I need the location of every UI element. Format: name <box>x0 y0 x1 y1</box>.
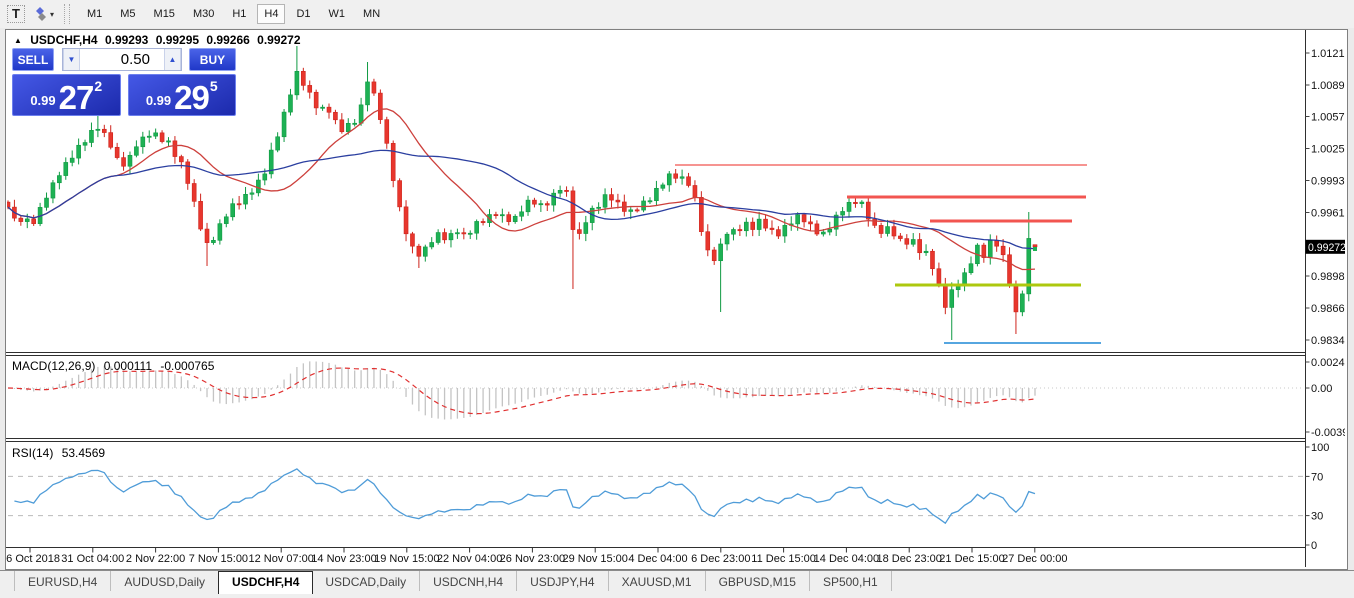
mt4-window: T ▾ M1M5M15M30H1H4D1W1MN 1.01210 1.00890 1… <box>0 0 1354 598</box>
date-axis-label: 19 Nov 15:00 <box>374 553 439 565</box>
timeframe-mn[interactable]: MN <box>356 4 387 24</box>
timeframe-m15[interactable]: M15 <box>147 4 182 24</box>
date-axis-label: 12 Nov 07:00 <box>248 553 313 565</box>
macd-label: MACD(12,26,9) <box>12 359 95 373</box>
symbol-label: USDCHF,H4 <box>30 33 97 47</box>
sell-button[interactable]: SELL <box>12 48 54 71</box>
trade-panel: SELL ▼ ▲ BUY 0.99 27 2 0.99 29 5 <box>12 48 236 116</box>
buy-price-box[interactable]: 0.99 29 5 <box>128 74 237 116</box>
price-axis-label: 0.99615 <box>1311 208 1345 220</box>
date-axis-label: 26 Nov 23:00 <box>500 553 565 565</box>
tab-stub <box>3 571 15 591</box>
price-axis-label: 1.00575 <box>1311 112 1345 124</box>
rsi-pane <box>8 469 1304 523</box>
tab-usdchf-h4[interactable]: USDCHF,H4 <box>218 571 313 594</box>
triangle-up-icon: ▲ <box>14 36 22 45</box>
rsi-header: RSI(14) 53.4569 <box>12 446 110 460</box>
volume-increase-button[interactable]: ▲ <box>164 49 181 70</box>
tab-xauusd-m1[interactable]: XAUUSD,M1 <box>609 571 706 591</box>
tab-eurusd-h4[interactable]: EURUSD,H4 <box>15 571 111 591</box>
rsi-axis-label: 0 <box>1311 540 1317 552</box>
date-axis-label: 22 Nov 04:00 <box>437 553 502 565</box>
macd-value: 0.000111 <box>104 359 152 373</box>
macd-signal-value: -0.000765 <box>160 359 214 373</box>
macd-axis-label: 0.002492 <box>1311 357 1345 369</box>
tab-usdjpy-h4[interactable]: USDJPY,H4 <box>517 571 608 591</box>
price-axis-label: 1.01210 <box>1311 48 1345 60</box>
ohlc-close: 0.99272 <box>257 33 300 47</box>
tab-gbpusd-m15[interactable]: GBPUSD,M15 <box>706 571 810 591</box>
chevron-down-icon: ▾ <box>50 10 54 19</box>
macd-axis-label: 0.00 <box>1311 383 1332 395</box>
date-axis-label: 27 Dec 00:00 <box>1002 553 1067 565</box>
buy-price-base: 0.99 <box>146 93 171 108</box>
ohlc-high: 0.99295 <box>156 33 199 47</box>
tab-usdcnh-h4[interactable]: USDCNH,H4 <box>420 571 517 591</box>
tab-sp500-h1[interactable]: SP500,H1 <box>810 571 892 591</box>
price-axis-label: 1.00255 <box>1311 144 1345 156</box>
sell-price-sup: 2 <box>94 78 102 94</box>
date-axis-label: 7 Nov 15:00 <box>189 553 248 565</box>
toolbar-separator <box>64 4 70 24</box>
tab-usdcad-daily[interactable]: USDCAD,Daily <box>312 571 420 591</box>
rsi-value: 53.4569 <box>62 446 105 460</box>
arrows-tool-icon <box>32 6 48 22</box>
timeframe-h4[interactable]: H4 <box>257 4 285 24</box>
date-axis-label: 31 Oct 04:00 <box>61 553 124 565</box>
macd-header: MACD(12,26,9) 0.000111 -0.000765 <box>12 359 219 373</box>
current-bar-dot <box>1033 247 1037 251</box>
rsi-axis-label: 100 <box>1311 442 1329 454</box>
timeframe-m5[interactable]: M5 <box>113 4 142 24</box>
chart-title: ▲ USDCHF,H4 0.99293 0.99295 0.99266 0.99… <box>14 33 305 47</box>
volume-stepper: ▼ ▲ <box>62 48 182 71</box>
rsi-line <box>14 469 1035 523</box>
ohlc-low: 0.99266 <box>206 33 249 47</box>
date-axis-label: 14 Nov 23:00 <box>311 553 376 565</box>
text-tool-button[interactable]: T <box>4 3 28 25</box>
sell-price-base: 0.99 <box>30 93 55 108</box>
toolbar: T ▾ M1M5M15M30H1H4D1W1MN <box>0 0 1354 28</box>
rsi-label: RSI(14) <box>12 446 53 460</box>
sell-price-big: 27 <box>59 83 94 112</box>
arrows-tool-button[interactable]: ▾ <box>28 3 58 25</box>
timeframe-m1[interactable]: M1 <box>80 4 109 24</box>
date-axis-label: 4 Dec 04:00 <box>628 553 687 565</box>
ohlc-open: 0.99293 <box>105 33 148 47</box>
rsi-axis-label: 70 <box>1311 471 1323 483</box>
chart-tabs: EURUSD,H4AUDUSD,DailyUSDCHF,H4USDCAD,Dai… <box>0 570 1354 598</box>
timeframe-group: M1M5M15M30H1H4D1W1MN <box>78 4 389 24</box>
date-axis-label: 18 Dec 23:00 <box>876 553 941 565</box>
macd-axis-label: -0.003913 <box>1311 427 1345 439</box>
current-price-label: 0.99272 <box>1308 242 1345 254</box>
date-axis-label: 11 Dec 15:00 <box>751 553 816 565</box>
rsi-axis-label: 30 <box>1311 511 1323 523</box>
price-axis-label: 0.98340 <box>1311 335 1345 347</box>
timeframe-w1[interactable]: W1 <box>322 4 353 24</box>
buy-price-sup: 5 <box>210 78 218 94</box>
date-axis-label: 2 Nov 22:00 <box>126 553 185 565</box>
timeframe-h1[interactable]: H1 <box>225 4 253 24</box>
price-axis-label: 0.98980 <box>1311 271 1345 283</box>
volume-input[interactable] <box>80 49 164 70</box>
price-axis-label: 0.99935 <box>1311 176 1345 188</box>
text-tool-icon: T <box>8 6 24 22</box>
buy-button[interactable]: BUY <box>189 48 236 71</box>
timeframe-d1[interactable]: D1 <box>289 4 317 24</box>
date-axis-label: 29 Nov 15:00 <box>562 553 627 565</box>
date-axis-label: 21 Dec 15:00 <box>939 553 1004 565</box>
price-axis-label: 0.98660 <box>1311 303 1345 315</box>
price-axis-label: 1.00890 <box>1311 80 1345 92</box>
volume-decrease-button[interactable]: ▼ <box>63 49 80 70</box>
sell-price-box[interactable]: 0.99 27 2 <box>12 74 121 116</box>
date-axis-label: 6 Dec 23:00 <box>691 553 750 565</box>
timeframe-m30[interactable]: M30 <box>186 4 221 24</box>
date-axis-label: 14 Dec 04:00 <box>814 553 879 565</box>
buy-price-big: 29 <box>174 83 209 112</box>
date-axis-label: 26 Oct 2018 <box>6 553 60 565</box>
tab-audusd-daily[interactable]: AUDUSD,Daily <box>111 571 219 591</box>
